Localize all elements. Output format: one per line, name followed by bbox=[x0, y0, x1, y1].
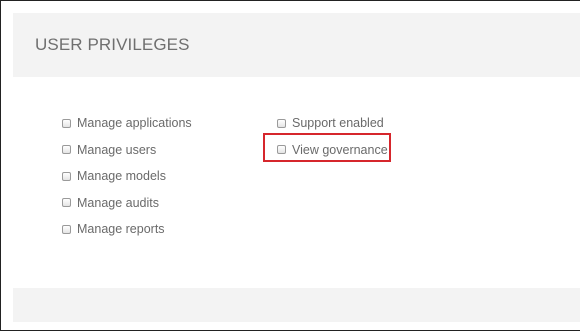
privilege-label: Manage applications bbox=[77, 116, 192, 131]
panel-header: USER PRIVILEGES bbox=[13, 13, 580, 77]
support-enabled-checkbox[interactable] bbox=[277, 118, 286, 128]
privileges-column-left: Manage applications Manage users Manage … bbox=[62, 110, 192, 243]
privilege-manage-applications[interactable]: Manage applications bbox=[62, 110, 192, 137]
privilege-manage-users[interactable]: Manage users bbox=[62, 137, 192, 164]
manage-applications-checkbox[interactable] bbox=[62, 118, 71, 128]
panel-footer bbox=[13, 288, 580, 322]
privilege-label: Manage users bbox=[77, 142, 157, 157]
privilege-label: Manage models bbox=[77, 169, 166, 184]
privilege-manage-reports[interactable]: Manage reports bbox=[62, 216, 192, 243]
privilege-manage-models[interactable]: Manage models bbox=[62, 163, 192, 190]
privilege-label: Manage reports bbox=[77, 222, 165, 237]
privilege-label: Manage audits bbox=[77, 195, 160, 210]
privilege-label: Support enabled bbox=[292, 116, 384, 131]
privilege-manage-audits[interactable]: Manage audits bbox=[62, 190, 192, 217]
highlight-annotation-box bbox=[263, 133, 391, 162]
panel-title: USER PRIVILEGES bbox=[35, 35, 190, 54]
user-privileges-panel: USER PRIVILEGES Manage applications Mana… bbox=[0, 0, 580, 331]
manage-reports-checkbox[interactable] bbox=[62, 224, 71, 234]
manage-users-checkbox[interactable] bbox=[62, 145, 71, 155]
manage-models-checkbox[interactable] bbox=[62, 171, 71, 181]
manage-audits-checkbox[interactable] bbox=[62, 198, 71, 208]
